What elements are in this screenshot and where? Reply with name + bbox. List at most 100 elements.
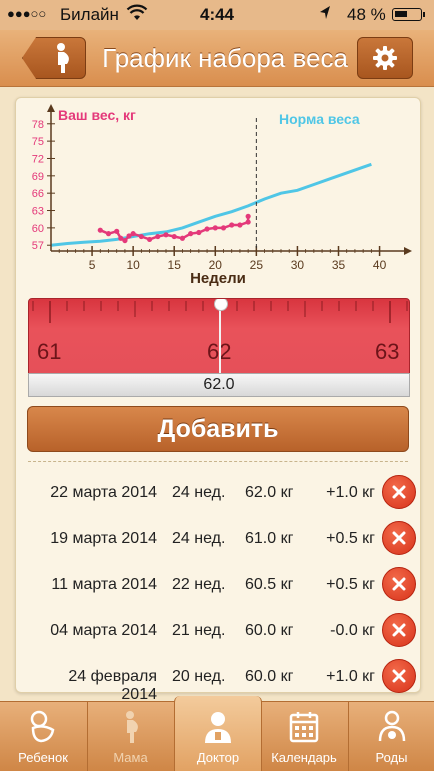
weight-point: [204, 226, 210, 232]
entry-date: 19 марта 2014: [50, 530, 157, 547]
weight-point: [179, 235, 186, 241]
x-tick-label: 25: [250, 258, 264, 272]
tab-bar: Ребенок Мама Доктор Календарь Роды: [0, 696, 434, 771]
battery-percent: 48 %: [347, 5, 386, 24]
delete-button[interactable]: [382, 659, 416, 693]
entry-date: 24 февраля 2014: [68, 668, 157, 703]
weight-point: [146, 236, 153, 243]
entry-weight: 61.0 кг: [245, 530, 294, 547]
entry-delta: +0.5 кг: [326, 530, 375, 547]
entry-weight: 60.0 кг: [245, 622, 294, 639]
mother-baby-icon: [378, 710, 405, 742]
close-icon: [392, 669, 406, 683]
y-tick-label: 72: [32, 153, 44, 165]
entry-date: 11 марта 2014: [51, 576, 157, 593]
tab-label: Мама: [113, 750, 148, 765]
tab-calendar[interactable]: Календарь: [261, 702, 347, 771]
entry-delta: +1.0 кг: [326, 484, 375, 501]
entry-week: 20 нед.: [172, 668, 226, 685]
weight-point: [229, 222, 235, 228]
delete-button[interactable]: [382, 567, 416, 601]
x-tick-label: 5: [89, 258, 96, 272]
tab-doctor[interactable]: Доктор: [174, 696, 262, 771]
entry-week: 24 нед.: [172, 484, 226, 501]
weight-point: [155, 233, 161, 240]
legend-norm: Норма веса: [279, 111, 360, 127]
entry-weight: 60.5 кг: [245, 576, 294, 593]
tab-label: Роды: [375, 750, 408, 765]
weight-point: [122, 237, 128, 244]
status-bar: ●●●○○ Билайн 4:44 48 %: [0, 0, 434, 30]
page-title: График набора веса: [102, 43, 348, 73]
weight-point: [237, 222, 243, 228]
weight-point: [114, 228, 120, 234]
entry-date: 04 марта 2014: [50, 622, 157, 639]
weight-point: [245, 213, 251, 219]
list-item: 22 марта 2014 24 нед. 62.0 кг +1.0 кг: [16, 472, 420, 518]
doctor-icon: [205, 712, 231, 743]
tab-mama[interactable]: Мама: [88, 702, 173, 771]
weight-point: [212, 225, 218, 231]
tab-label: Календарь: [271, 750, 337, 765]
weight-point: [130, 231, 136, 237]
entry-delta: -0.0 кг: [330, 622, 375, 639]
tab-baby[interactable]: Ребенок: [0, 702, 86, 771]
divider: [28, 461, 408, 462]
pregnant-woman-icon: [125, 711, 138, 743]
weight-point: [188, 231, 194, 237]
delete-button[interactable]: [382, 475, 416, 509]
norm-series-line: [50, 162, 372, 247]
x-tick-label: 35: [332, 258, 346, 272]
x-tick-label: 30: [291, 258, 305, 272]
weight-readout: 62.0: [28, 373, 410, 397]
entry-week: 24 нед.: [172, 530, 226, 547]
list-item: 19 марта 2014 24 нед. 61.0 кг +0.5 кг: [16, 518, 420, 564]
add-button[interactable]: Добавить: [27, 406, 409, 452]
weight-point: [97, 227, 103, 233]
y-tick-label: 57: [32, 240, 44, 252]
entry-delta: +0.5 кг: [326, 576, 375, 593]
weight-ruler[interactable]: 61 62 63: [28, 298, 410, 374]
y-axis-arrow: [47, 104, 55, 112]
tab-label: Доктор: [196, 750, 240, 765]
back-button[interactable]: [22, 37, 86, 79]
y-tick-label: 69: [32, 171, 44, 183]
calendar-icon: [289, 712, 319, 743]
delete-button[interactable]: [382, 613, 416, 647]
y-tick-label: 60: [32, 223, 44, 235]
nav-header: График набора веса: [0, 30, 434, 87]
weight-point: [220, 225, 227, 231]
close-icon: [392, 531, 406, 545]
entry-date: 22 марта 2014: [50, 484, 157, 501]
y-tick-label: 66: [32, 188, 44, 200]
y-tick-label: 75: [32, 136, 44, 148]
pregnant-woman-icon: [57, 43, 69, 73]
delete-button[interactable]: [382, 521, 416, 555]
y-tick-label: 63: [32, 206, 44, 218]
x-tick-label: 10: [126, 258, 140, 272]
list-item: 04 марта 2014 21 нед. 60.0 кг -0.0 кг: [16, 610, 420, 656]
ruler-label-left: 61: [37, 339, 62, 364]
x-tick-label: 15: [168, 258, 182, 272]
x-axis-label: Недели: [190, 270, 246, 287]
entry-weight: 62.0 кг: [245, 484, 294, 501]
entry-week: 21 нед.: [172, 622, 226, 639]
close-icon: [392, 485, 406, 499]
weight-chart: 5760636669727578 5 10 15 20 25 30 35 40 Ваш вес…: [32, 104, 412, 287]
weight-point: [171, 233, 177, 240]
weight-point: [245, 219, 251, 225]
tab-birth[interactable]: Роды: [349, 702, 434, 771]
entry-delta: +1.0 кг: [326, 668, 375, 685]
main-panel: 57 60 63 66 69 72 75 78 5 10 15 20 25 30 35 40 Ваш вес…: [15, 97, 421, 703]
weight-point: [196, 229, 202, 236]
ruler-label-right: 63: [375, 339, 400, 364]
battery-icon: [392, 8, 425, 21]
weight-point: [105, 231, 112, 237]
y-tick-label: 78: [32, 119, 44, 131]
x-axis-arrow: [404, 247, 412, 255]
weight-point: [138, 233, 144, 240]
weight-point: [163, 232, 169, 238]
close-icon: [392, 623, 406, 637]
baby-icon: [30, 710, 55, 743]
settings-button[interactable]: [357, 37, 413, 79]
